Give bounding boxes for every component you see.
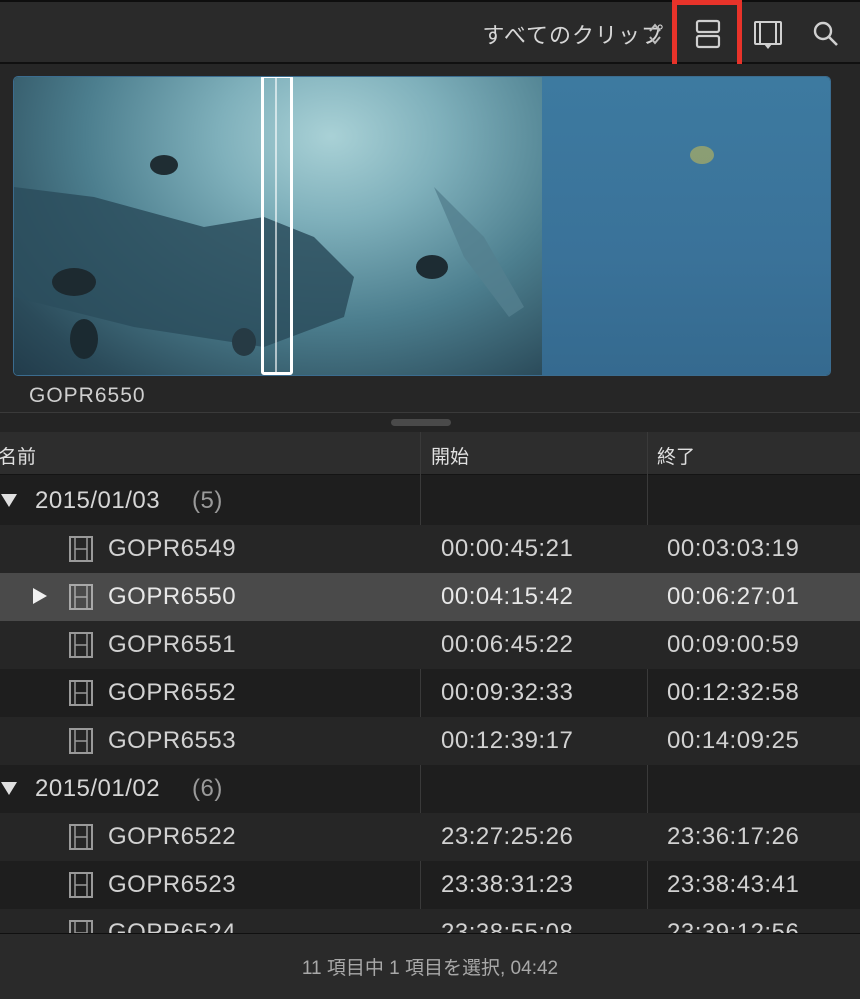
status-bar: 11 項目中 1 項目を選択, 04:42 (0, 933, 860, 999)
table-row[interactable]: GOPR6552 00:09:32:33 00:12:32:58 (0, 669, 860, 717)
clip-name: GOPR6551 (108, 631, 237, 658)
column-header-start[interactable]: 開始 (431, 442, 469, 469)
clip-name: GOPR6523 (108, 871, 237, 898)
table-row[interactable]: GOPR6549 00:00:45:21 00:03:03:19 (0, 525, 860, 573)
disclosure-closed-icon[interactable] (31, 587, 49, 605)
clip-end: 00:12:32:58 (667, 679, 800, 706)
video-thumbnail (542, 77, 830, 375)
disclosure-open-icon[interactable] (0, 491, 18, 509)
table-row[interactable]: GOPR6522 23:27:25:26 23:36:17:26 (0, 813, 860, 861)
column-header-end[interactable]: 終了 (657, 442, 695, 469)
list-header: 名前 開始 終了 (0, 432, 860, 475)
clip-name: GOPR6553 (108, 727, 237, 754)
clip-filter-menu[interactable]: すべてのクリップ (482, 18, 664, 50)
filmstrip-panel: GOPR6550 (0, 64, 860, 414)
clip-end: 23:39:12:56 (667, 919, 800, 933)
clip-list: 2015/01/03 (5) GOPR6549 00:00:45:21 00:0… (0, 477, 860, 933)
disclosure-open-icon[interactable] (0, 779, 18, 797)
film-clip-icon (69, 536, 93, 562)
clip-end: 00:06:27:01 (667, 583, 800, 610)
film-clip-icon (69, 680, 93, 706)
clip-end: 23:36:17:26 (667, 823, 800, 850)
preview-clip-name: GOPR6550 (29, 384, 146, 407)
group-count: (6) (192, 775, 223, 802)
clip-start: 00:04:15:42 (441, 583, 574, 610)
film-clip-icon (69, 920, 93, 933)
group-row[interactable]: 2015/01/02 (6) (0, 765, 860, 813)
clip-name: GOPR6524 (108, 919, 237, 933)
clip-filmstrip[interactable] (13, 76, 831, 376)
clip-name: GOPR6550 (108, 583, 237, 610)
group-count: (5) (192, 487, 223, 514)
clip-name: GOPR6552 (108, 679, 237, 706)
skimmer-playhead[interactable] (261, 77, 293, 375)
table-row[interactable]: GOPR6524 23:38:55:08 23:39:12:56 (0, 909, 860, 933)
film-clip-icon (69, 824, 93, 850)
clip-name: GOPR6522 (108, 823, 237, 850)
clip-start: 00:12:39:17 (441, 727, 574, 754)
selection-status: 11 項目中 1 項目を選択, 04:42 (301, 958, 559, 979)
table-row[interactable]: GOPR6553 00:12:39:17 00:14:09:25 (0, 717, 860, 765)
filmstrip-view-icon[interactable] (750, 16, 786, 52)
clip-start: 23:27:25:26 (441, 823, 574, 850)
clip-start: 00:06:45:22 (441, 631, 574, 658)
chevron-updown-icon[interactable] (646, 20, 664, 48)
divider-handle[interactable] (391, 419, 451, 426)
clip-start: 23:38:31:23 (441, 871, 574, 898)
film-clip-icon (69, 728, 93, 754)
clip-name: GOPR6549 (108, 535, 237, 562)
group-date: 2015/01/03 (35, 487, 161, 514)
pane-divider[interactable] (0, 412, 860, 433)
column-header-name[interactable]: 名前 (0, 442, 36, 469)
film-clip-icon (69, 872, 93, 898)
table-row-selected[interactable]: GOPR6550 00:04:15:42 00:06:27:01 (0, 573, 860, 621)
clip-end: 00:09:00:59 (667, 631, 800, 658)
clip-start: 00:09:32:33 (441, 679, 574, 706)
group-row[interactable]: 2015/01/03 (5) (0, 477, 860, 525)
table-row[interactable]: GOPR6523 23:38:31:23 23:38:43:41 (0, 861, 860, 909)
table-row[interactable]: GOPR6551 00:06:45:22 00:09:00:59 (0, 621, 860, 669)
clip-end: 00:03:03:19 (667, 535, 800, 562)
search-icon[interactable] (808, 16, 844, 52)
group-date: 2015/01/02 (35, 775, 161, 802)
film-clip-icon (69, 632, 93, 658)
clip-end: 23:38:43:41 (667, 871, 800, 898)
film-clip-icon (69, 584, 93, 610)
clip-start: 23:38:55:08 (441, 919, 574, 933)
clip-end: 00:14:09:25 (667, 727, 800, 754)
clip-start: 00:00:45:21 (441, 535, 574, 562)
